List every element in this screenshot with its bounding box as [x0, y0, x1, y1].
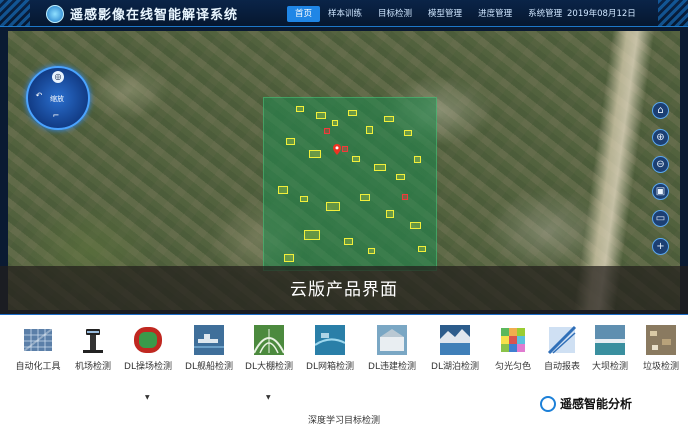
detection-box: [296, 106, 304, 112]
nav-progress-management[interactable]: 进度管理: [470, 6, 520, 22]
ship-icon: [194, 325, 224, 355]
tool-lake-detection[interactable]: DL湖泊检测: [426, 325, 484, 387]
detection-box: [352, 156, 360, 162]
garbage-icon: [646, 325, 676, 355]
app-title: 遥感影像在线智能解译系统: [70, 8, 239, 23]
pan-north-icon[interactable]: ◎: [52, 71, 64, 83]
solar-panel-icon: [23, 328, 53, 352]
dropdown-caret-icon[interactable]: ▼: [266, 394, 271, 401]
tool-airport-detection[interactable]: 机场检测: [70, 325, 116, 387]
color-balance-icon: [501, 328, 525, 352]
keyboard-icon[interactable]: ▭: [652, 210, 669, 227]
watermark-text: 遥感智能分析: [560, 397, 633, 411]
nav-model-management[interactable]: 模型管理: [420, 6, 470, 22]
tool-label: 匀光匀色: [494, 362, 531, 372]
tool-auto-report[interactable]: 自动报表: [540, 325, 584, 387]
detection-box: [332, 120, 338, 126]
tool-label: DL网箱检测: [306, 362, 354, 372]
report-icon: [547, 325, 577, 355]
tool-palette: 自动化工具 机场检测 DL操场检测 ▼ DL舰船检测 DL大棚检测 ▼ DL网箱…: [0, 314, 688, 431]
plus-icon[interactable]: +: [652, 238, 669, 255]
tool-garbage-detection[interactable]: 垃圾检测: [638, 325, 684, 387]
detection-box: [404, 130, 412, 136]
image-icon[interactable]: ▣: [652, 183, 669, 200]
detection-box: [284, 254, 294, 262]
tool-net-cage-detection[interactable]: DL网箱检测: [301, 325, 359, 387]
tool-label: DL操场检测: [124, 362, 172, 372]
reset-view-icon[interactable]: ⌐: [50, 110, 62, 122]
rotate-icon[interactable]: ↶: [33, 90, 45, 102]
zoom-out-icon[interactable]: ⊖: [652, 156, 669, 173]
detection-box: [286, 138, 295, 145]
detection-box: [374, 164, 386, 171]
detection-box-alert: [402, 194, 408, 200]
tool-label: DL湖泊检测: [431, 362, 479, 372]
nav-sample-training[interactable]: 样本训练: [320, 6, 370, 22]
playground-icon: [134, 327, 162, 353]
watermark: 遥感智能分析: [540, 395, 632, 412]
main-nav: 首页 样本训练 目标检测 模型管理 进度管理 系统管理: [287, 6, 570, 22]
map-caption: 云版产品界面: [290, 280, 398, 300]
detection-box: [368, 248, 375, 254]
greenhouse-icon: [254, 325, 284, 355]
dropdown-caret-icon[interactable]: ▼: [145, 394, 150, 401]
zoom-in-icon[interactable]: ⊕: [652, 129, 669, 146]
airport-tower-icon: [83, 329, 103, 353]
tool-label: DL违建检测: [368, 362, 416, 372]
detection-box: [344, 238, 353, 245]
nav-system-management[interactable]: 系统管理: [520, 6, 570, 22]
tool-label: 机场检测: [74, 362, 111, 372]
detection-box: [309, 150, 321, 158]
detection-overlay: [263, 97, 437, 271]
detection-box: [418, 246, 426, 252]
detection-box: [384, 116, 394, 122]
tool-label: 自动化工具: [15, 362, 61, 372]
tool-label: 大坝检测: [591, 362, 628, 372]
net-cage-icon: [315, 325, 345, 355]
tool-playground-detection[interactable]: DL操场检测: [119, 325, 177, 387]
location-pin-icon: [333, 144, 341, 155]
wechat-logo-icon: [540, 395, 556, 412]
header-decoration-left: [0, 0, 30, 27]
tool-dam-detection[interactable]: 大坝检测: [588, 325, 632, 387]
detection-box: [316, 112, 326, 119]
app-logo-icon: [46, 5, 64, 23]
home-icon[interactable]: ⌂: [652, 102, 669, 119]
detection-box: [326, 202, 340, 211]
tool-label: DL舰船检测: [185, 362, 233, 372]
illegal-building-icon: [377, 325, 407, 355]
nav-target-detection[interactable]: 目标检测: [370, 6, 420, 22]
zoom-label: 缩放: [50, 95, 64, 103]
tool-illegal-building-detection[interactable]: DL违建检测: [363, 325, 421, 387]
detection-box: [414, 156, 421, 163]
tool-automation[interactable]: 自动化工具: [12, 325, 64, 387]
header-bar: 遥感影像在线智能解译系统 首页 样本训练 目标检测 模型管理 进度管理 系统管理…: [0, 0, 688, 27]
caption-band: 云版产品界面: [0, 266, 688, 314]
tool-label: 垃圾检测: [642, 362, 679, 372]
detection-box: [348, 110, 357, 116]
tool-color-balance[interactable]: 匀光匀色: [488, 325, 538, 387]
detection-box: [304, 230, 320, 240]
detection-box: [300, 196, 308, 202]
lake-icon: [440, 325, 470, 355]
detection-box-alert: [324, 128, 330, 134]
tool-label: 自动报表: [543, 362, 580, 372]
current-date: 2019年08月12日: [567, 9, 636, 19]
detection-box: [366, 126, 373, 134]
tool-ship-detection[interactable]: DL舰船检测: [180, 325, 238, 387]
detection-box-alert: [342, 146, 348, 152]
nav-home[interactable]: 首页: [287, 6, 321, 22]
detection-box: [360, 194, 370, 201]
header-decoration-right: [658, 0, 688, 27]
detection-box: [410, 222, 421, 229]
tool-group-label: 深度学习目标检测: [307, 416, 380, 426]
app-window: 遥感影像在线智能解译系统 首页 样本训练 目标检测 模型管理 进度管理 系统管理…: [0, 0, 688, 431]
detection-box: [396, 174, 405, 180]
map-navigation-control[interactable]: ◎ ↶ 缩放 ⌐: [26, 66, 90, 130]
tool-greenhouse-detection[interactable]: DL大棚检测: [240, 325, 298, 387]
tool-label: DL大棚检测: [245, 362, 293, 372]
detection-box: [386, 210, 394, 218]
dam-icon: [595, 325, 625, 355]
detection-box: [278, 186, 288, 194]
